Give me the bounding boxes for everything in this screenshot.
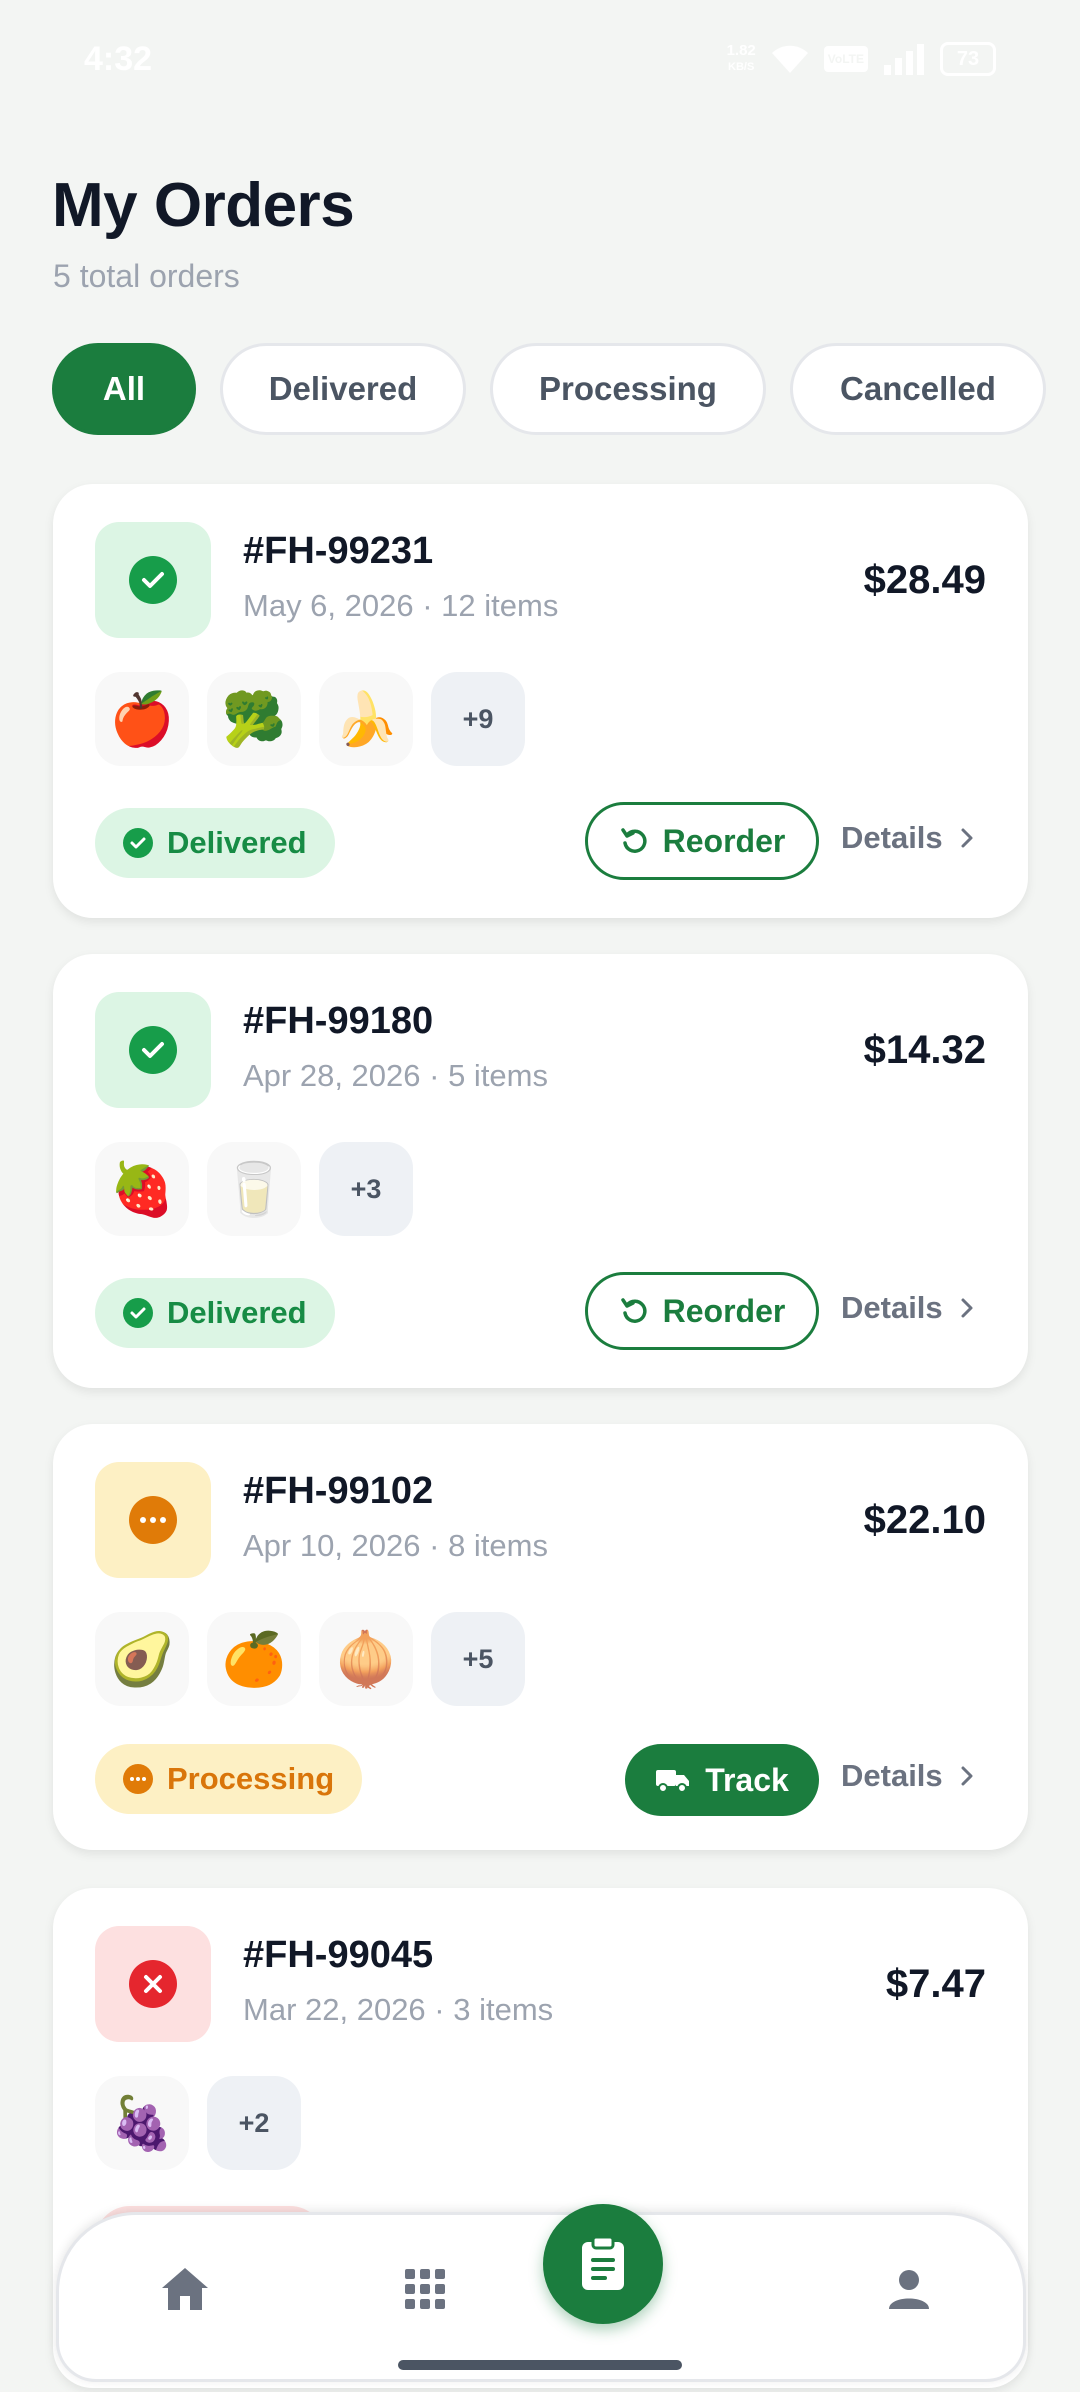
status-badge: Delivered (95, 808, 335, 878)
nav-profile[interactable] (879, 2259, 939, 2319)
order-meta: Apr 28, 2026 · 5 items (243, 1058, 548, 1093)
check-icon (129, 556, 177, 604)
onion-icon: 🧅 (319, 1612, 413, 1706)
status-badge-label: Processing (167, 1761, 335, 1796)
nav-categories[interactable] (395, 2259, 455, 2319)
status-bar: 4:32 1.82 KB/S VoLTE 73 (0, 0, 1080, 124)
status-badge: Delivered (95, 1278, 335, 1348)
order-items: 🥑 🍊 🧅 +5 (95, 1612, 525, 1706)
status-badge-label: Delivered (167, 825, 307, 860)
order-total: $14.32 (863, 1028, 986, 1072)
details-link[interactable]: Details (841, 1758, 975, 1794)
chevron-right-icon (961, 828, 973, 848)
order-status-tile (95, 992, 211, 1108)
orders-screen: 4:32 1.82 KB/S VoLTE 73 My Orders 5 tota… (0, 0, 1080, 2392)
check-icon (129, 1026, 177, 1074)
filter-cancelled-chip[interactable]: Cancelled (790, 343, 1046, 435)
more-items-count: +9 (431, 672, 525, 766)
order-items: 🍎 🥦 🍌 +9 (95, 672, 525, 766)
details-link[interactable]: Details (841, 1290, 975, 1326)
order-id: #FH-99045 (243, 1934, 434, 1976)
reorder-icon (620, 828, 647, 853)
status-icons: 1.82 KB/S VoLTE 73 (727, 42, 996, 76)
home-indicator[interactable] (398, 2360, 682, 2370)
orange-icon: 🍊 (207, 1612, 301, 1706)
status-badge-label: Delivered (167, 1295, 307, 1330)
broccoli-icon: 🥦 (207, 672, 301, 766)
order-id: #FH-99180 (243, 1000, 434, 1042)
nav-orders[interactable] (543, 2204, 663, 2324)
status-badge: Processing (95, 1744, 363, 1814)
chevron-right-icon (961, 1766, 973, 1786)
order-id: #FH-99102 (243, 1470, 434, 1512)
network-speed: 1.82 KB/S (726, 42, 756, 74)
more-items-count: +2 (207, 2076, 301, 2170)
track-button[interactable]: Track (625, 1744, 819, 1816)
filter-all-chip[interactable]: All (52, 343, 196, 435)
milk-icon: 🥛 (207, 1142, 301, 1236)
chevron-right-icon (961, 1298, 973, 1318)
profile-icon (889, 2270, 929, 2309)
order-status-tile (95, 1462, 211, 1578)
battery-icon: 73 (940, 42, 996, 76)
filter-processing-chip[interactable]: Processing (490, 343, 766, 435)
bottom-nav (56, 2212, 1026, 2382)
home-icon (162, 2268, 208, 2310)
filter-delivered-chip[interactable]: Delivered (220, 343, 466, 435)
order-total: $22.10 (863, 1498, 986, 1542)
order-meta: Mar 22, 2026 · 3 items (243, 1992, 554, 2027)
reorder-button[interactable]: Reorder (585, 802, 819, 880)
truck-icon (656, 1770, 690, 1793)
page-title: My Orders (52, 171, 355, 240)
grid-icon (405, 2269, 445, 2309)
strawberry-icon: 🍓 (95, 1142, 189, 1236)
order-card[interactable]: #FH-99231 May 6, 2026 · 12 items $28.49 … (53, 484, 1028, 918)
avocado-icon: 🥑 (95, 1612, 189, 1706)
order-status-tile (95, 1926, 211, 2042)
apple-icon: 🍎 (95, 672, 189, 766)
order-total: $28.49 (863, 558, 986, 602)
more-dots-icon (123, 1764, 153, 1794)
order-meta: Apr 10, 2026 · 8 items (243, 1528, 548, 1563)
reorder-button[interactable]: Reorder (585, 1272, 819, 1350)
order-count: 5 total orders (53, 258, 240, 294)
wifi-icon (771, 45, 808, 73)
order-status-tile (95, 522, 211, 638)
order-items: 🍓 🥛 +3 (95, 1142, 413, 1236)
close-icon (129, 1960, 177, 2008)
check-icon (123, 1298, 153, 1328)
nav-home[interactable] (155, 2259, 215, 2319)
order-items: 🍇 +2 (95, 2076, 301, 2170)
volte-icon: VoLTE (823, 46, 868, 72)
status-time: 4:32 (84, 40, 153, 78)
order-card[interactable]: #FH-99180 Apr 28, 2026 · 5 items $14.32 … (53, 954, 1028, 1388)
grapes-icon: 🍇 (95, 2076, 189, 2170)
more-items-count: +5 (431, 1612, 525, 1706)
signal-icon (884, 44, 924, 75)
check-icon (123, 828, 153, 858)
more-dots-icon (129, 1496, 177, 1544)
order-meta: May 6, 2026 · 12 items (243, 588, 559, 623)
reorder-icon (620, 1298, 647, 1323)
details-link[interactable]: Details (841, 820, 975, 856)
filter-chips: All Delivered Processing Cancelled (52, 343, 1046, 435)
order-card[interactable]: #FH-99102 Apr 10, 2026 · 8 items $22.10 … (53, 1424, 1028, 1850)
more-items-count: +3 (319, 1142, 413, 1236)
order-total: $7.47 (885, 1962, 986, 2006)
order-id: #FH-99231 (243, 530, 434, 572)
orders-clipboard-icon (582, 2236, 624, 2290)
banana-icon: 🍌 (319, 672, 413, 766)
